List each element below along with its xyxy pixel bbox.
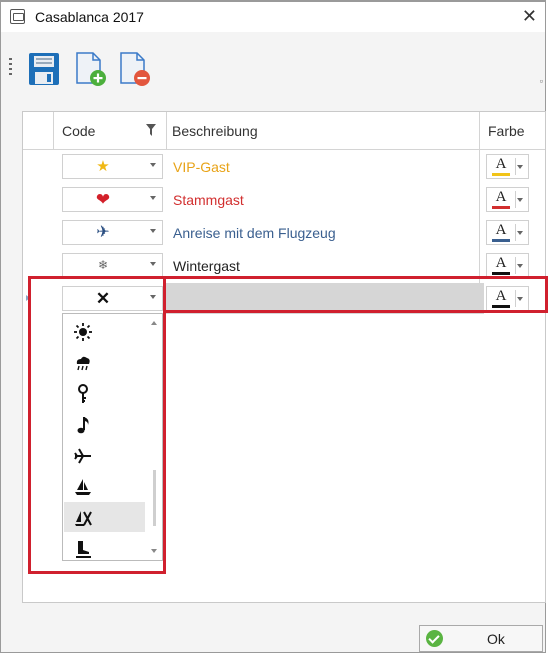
- color-divider: [515, 191, 516, 208]
- column-header-code[interactable]: Code: [53, 112, 166, 150]
- font-color-icon: A: [495, 255, 507, 271]
- add-document-button[interactable]: [71, 50, 109, 88]
- color-divider: [515, 158, 516, 175]
- color-swatch: [492, 272, 510, 275]
- window-title: Casablanca 2017: [35, 9, 144, 25]
- code-select[interactable]: ✈: [62, 220, 163, 245]
- close-icon[interactable]: ✕: [522, 6, 537, 27]
- highlight-dropdown: [28, 276, 166, 574]
- font-color-icon: A: [495, 189, 507, 205]
- chevron-down-icon[interactable]: [150, 163, 156, 167]
- color-picker[interactable]: A: [486, 187, 529, 212]
- chevron-down-icon[interactable]: [150, 262, 156, 266]
- chevron-down-icon[interactable]: [150, 196, 156, 200]
- column-header-description-label: Beschreibung: [172, 123, 258, 139]
- column-header-color-label: Farbe: [488, 123, 525, 139]
- row-indicator-header: [23, 112, 53, 150]
- grid-divider: [166, 112, 167, 150]
- checkmark-icon: [426, 630, 443, 647]
- description-cell[interactable]: Anreise mit dem Flugzeug: [173, 225, 336, 241]
- chevron-down-icon[interactable]: [517, 231, 523, 235]
- star-icon: ★: [96, 158, 110, 175]
- dialog-window: Casablanca 2017 ✕ ▫ Code Beschreibung Fa…: [0, 0, 548, 653]
- ok-button-label: Ok: [487, 631, 505, 647]
- code-select[interactable]: ❄: [62, 253, 163, 278]
- toolbar-overflow-icon[interactable]: ▫: [540, 76, 543, 86]
- remove-document-icon: [120, 52, 150, 86]
- color-swatch: [492, 206, 510, 209]
- chevron-down-icon[interactable]: [150, 229, 156, 233]
- font-color-icon: A: [495, 222, 507, 238]
- chevron-down-icon[interactable]: [517, 264, 523, 268]
- column-header-code-label: Code: [62, 123, 96, 139]
- app-icon: [10, 9, 25, 24]
- save-button[interactable]: [25, 50, 63, 88]
- toolbar-grip-icon[interactable]: [9, 58, 12, 76]
- highlight-active-row: [163, 276, 548, 313]
- grid-divider: [53, 112, 54, 150]
- heart-icon: ❤: [95, 190, 111, 209]
- title-bar: Casablanca 2017 ✕: [1, 2, 545, 32]
- table-row[interactable]: ✈ Anreise mit dem Flugzeug A: [23, 216, 545, 249]
- color-divider: [515, 224, 516, 241]
- column-header-description[interactable]: Beschreibung: [166, 112, 479, 150]
- filter-icon[interactable]: [146, 124, 156, 136]
- add-document-icon: [76, 52, 106, 86]
- font-color-icon: A: [495, 156, 507, 172]
- color-picker[interactable]: A: [486, 253, 529, 278]
- color-picker[interactable]: A: [486, 154, 529, 179]
- description-cell[interactable]: Wintergast: [173, 258, 240, 274]
- code-select[interactable]: ❤: [62, 187, 163, 212]
- snowflake-icon: ❄: [97, 258, 109, 272]
- column-header-color[interactable]: Farbe: [479, 112, 545, 150]
- description-cell[interactable]: VIP-Gast: [173, 159, 230, 175]
- color-swatch: [492, 239, 510, 242]
- remove-document-button[interactable]: [115, 50, 153, 88]
- chevron-down-icon[interactable]: [517, 165, 523, 169]
- color-picker[interactable]: A: [486, 220, 529, 245]
- color-swatch: [492, 173, 510, 176]
- save-icon: [29, 53, 59, 85]
- description-cell[interactable]: Stammgast: [173, 192, 244, 208]
- table-row[interactable]: ❤ Stammgast A: [23, 183, 545, 216]
- airplane-icon: ✈: [96, 224, 110, 241]
- color-divider: [515, 257, 516, 274]
- table-row[interactable]: ★ VIP-Gast A: [23, 150, 545, 183]
- ok-button[interactable]: Ok: [419, 625, 543, 652]
- chevron-down-icon[interactable]: [517, 198, 523, 202]
- code-select[interactable]: ★: [62, 154, 163, 179]
- toolbar: ▫: [1, 36, 545, 98]
